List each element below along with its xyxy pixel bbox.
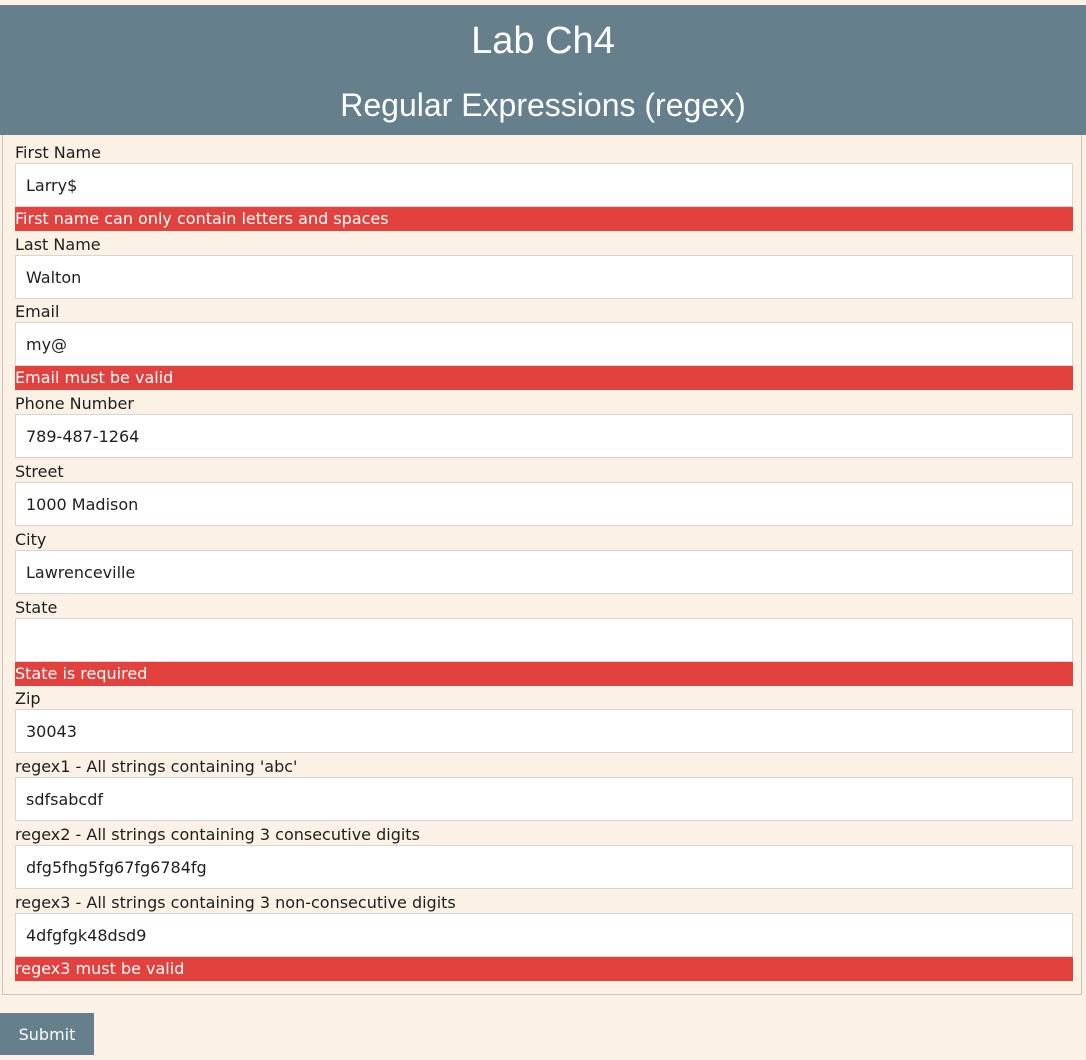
state-label: State — [15, 598, 58, 617]
first-name-label: First Name — [15, 143, 101, 162]
regex3-input[interactable] — [15, 913, 1073, 957]
street-input[interactable] — [15, 482, 1073, 526]
street-label: Street — [15, 462, 64, 481]
regex2-input[interactable] — [15, 845, 1073, 889]
regex1-label: regex1 - All strings containing 'abc' — [15, 757, 298, 776]
email-error: Email must be valid — [15, 366, 1073, 390]
zip-input[interactable] — [15, 709, 1073, 753]
first-name-error: First name can only contain letters and … — [15, 207, 1073, 231]
last-name-input[interactable] — [15, 255, 1073, 299]
regex2-label: regex2 - All strings containing 3 consec… — [15, 825, 420, 844]
regex3-error: regex3 must be valid — [15, 957, 1073, 981]
first-name-input[interactable] — [15, 163, 1073, 207]
page-subtitle: Regular Expressions (regex) — [340, 87, 746, 123]
email-input[interactable] — [15, 322, 1073, 366]
city-label: City — [15, 530, 47, 549]
city-input[interactable] — [15, 550, 1073, 594]
state-input[interactable] — [15, 618, 1073, 662]
last-name-label: Last Name — [15, 235, 101, 254]
state-error: State is required — [15, 662, 1073, 686]
regex-form: First Name First name can only contain l… — [2, 135, 1082, 995]
submit-button[interactable]: Submit — [0, 1013, 94, 1055]
regex1-input[interactable] — [15, 777, 1073, 821]
phone-label: Phone Number — [15, 394, 134, 413]
zip-label: Zip — [15, 689, 41, 708]
email-label: Email — [15, 302, 60, 321]
phone-input[interactable] — [15, 414, 1073, 458]
page-header: Lab Ch4 Regular Expressions (regex) — [0, 5, 1086, 135]
regex3-label: regex3 - All strings containing 3 non-co… — [15, 893, 456, 912]
page-title: Lab Ch4 — [471, 20, 615, 62]
